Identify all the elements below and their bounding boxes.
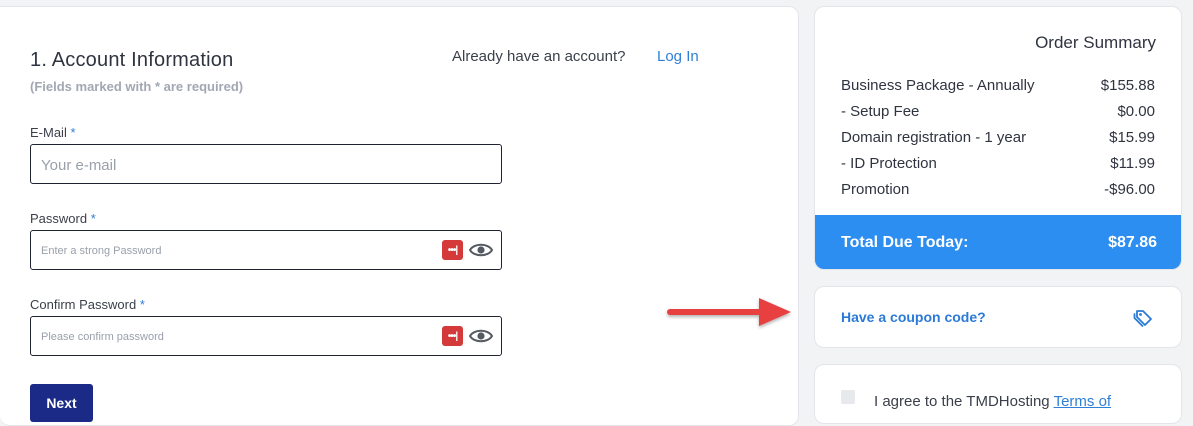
password-field[interactable] — [39, 231, 433, 271]
required-star: * — [139, 297, 145, 312]
summary-item-amount: $11.99 — [1110, 155, 1155, 172]
login-link[interactable]: Log In — [657, 48, 699, 65]
terms-panel: I agree to the TMDHosting Terms of — [814, 364, 1182, 424]
total-due-bar: Total Due Today: $87.86 — [815, 215, 1181, 269]
page-title: 1. Account Information — [30, 49, 234, 71]
password-label: Password * — [30, 211, 96, 226]
account-info-panel: 1. Account Information (Fields marked wi… — [0, 6, 799, 426]
email-label-text: E-Mail — [30, 125, 67, 140]
required-star: * — [90, 211, 96, 226]
summary-item-label: Promotion — [841, 181, 910, 198]
summary-item-amount: $0.00 — [1117, 103, 1155, 120]
total-due-amount: $87.86 — [1108, 234, 1157, 251]
password-manager-icon[interactable]: •••| — [442, 326, 463, 346]
terms-text: I agree to the TMDHosting Terms of — [874, 393, 1111, 410]
coupon-link[interactable]: Have a coupon code? — [841, 309, 986, 325]
total-due-label: Total Due Today: — [841, 234, 969, 251]
summary-item-label: Domain registration - 1 year — [841, 129, 1027, 146]
email-field-box — [30, 144, 502, 185]
confirm-password-field[interactable] — [39, 317, 433, 357]
coupon-toggle[interactable]: Have a coupon code? — [814, 286, 1182, 348]
tag-icon — [1133, 310, 1152, 327]
order-summary-title: Order Summary — [1035, 33, 1156, 52]
summary-item-amount: $155.88 — [1100, 77, 1155, 94]
password-label-text: Password — [30, 211, 88, 226]
summary-line-item: Promotion -$96.00 — [841, 181, 1155, 198]
terms-link[interactable]: Terms of — [1054, 393, 1112, 410]
required-star: * — [70, 125, 76, 140]
summary-item-label: - Setup Fee — [841, 103, 920, 120]
summary-line-item: - Setup Fee $0.00 — [841, 103, 1155, 120]
confirm-password-field-box: •••| — [30, 316, 502, 357]
password-field-box: •••| — [30, 230, 502, 271]
terms-text-label: I agree to the TMDHosting — [874, 393, 1050, 410]
summary-item-amount: -$96.00 — [1104, 181, 1155, 198]
next-button[interactable]: Next — [30, 384, 93, 422]
confirm-password-label-text: Confirm Password — [30, 297, 137, 312]
summary-item-label: - ID Protection — [841, 155, 937, 172]
eye-icon[interactable] — [469, 326, 493, 346]
required-fields-note: (Fields marked with * are required) — [30, 79, 244, 94]
summary-item-label: Business Package - Annually — [841, 77, 1035, 94]
eye-icon[interactable] — [469, 240, 493, 260]
summary-item-amount: $15.99 — [1109, 129, 1155, 146]
email-label: E-Mail * — [30, 125, 76, 140]
summary-line-item: - ID Protection $11.99 — [841, 155, 1155, 172]
email-field[interactable] — [39, 145, 433, 185]
login-question: Already have an account? — [452, 48, 626, 65]
summary-line-item: Business Package - Annually $155.88 — [841, 77, 1155, 94]
password-manager-icon[interactable]: •••| — [442, 240, 463, 260]
terms-checkbox[interactable] — [841, 390, 855, 404]
red-arrow-annotation — [667, 298, 791, 326]
confirm-password-label: Confirm Password * — [30, 297, 145, 312]
summary-line-item: Domain registration - 1 year $15.99 — [841, 129, 1155, 146]
order-summary-panel: Order Summary Business Package - Annuall… — [814, 6, 1182, 270]
